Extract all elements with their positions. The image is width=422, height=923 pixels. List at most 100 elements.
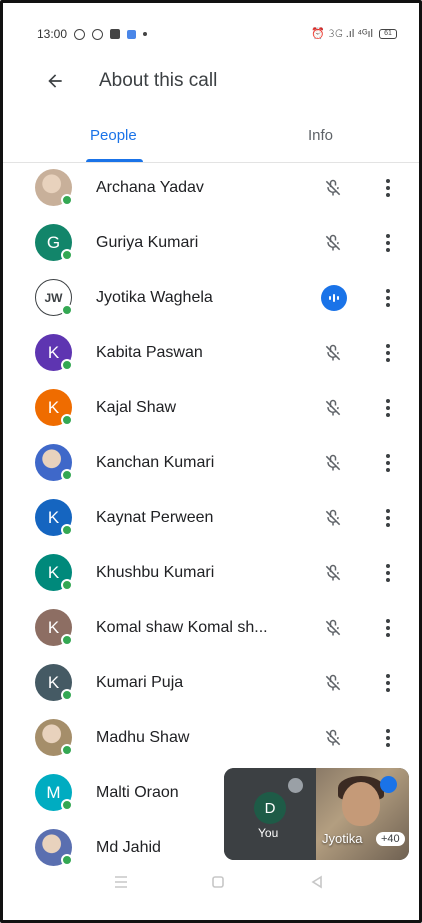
participant-row[interactable]: K Kabita Paswan (3, 325, 419, 380)
tab-info[interactable]: Info (308, 127, 333, 144)
mute-status-button[interactable] (321, 176, 345, 200)
mute-status-button[interactable] (321, 671, 345, 695)
more-options-button[interactable] (380, 506, 396, 530)
home-button[interactable] (207, 871, 229, 893)
dot (386, 570, 390, 575)
mic-off-icon (325, 509, 341, 525)
dot (386, 460, 390, 465)
mic-off-icon (288, 778, 303, 793)
participant-row[interactable]: K Khushbu Kumari (3, 545, 419, 600)
dot (386, 735, 390, 740)
participant-row[interactable]: Kanchan Kumari (3, 435, 419, 490)
participant-name: Guriya Kumari (96, 233, 199, 251)
presence-dot (61, 414, 73, 426)
more-notifications-icon (143, 32, 148, 36)
dot (386, 357, 390, 362)
menu-icon (115, 876, 127, 888)
dot (386, 563, 390, 568)
participant-row[interactable]: K Kaynat Perween (3, 490, 419, 545)
mute-status-button[interactable] (321, 341, 345, 365)
speaker-tile: Jyotika +40 (316, 768, 409, 860)
participant-name: Kabita Paswan (96, 343, 203, 361)
presence-dot (61, 359, 73, 371)
participant-row[interactable]: K Kajal Shaw (3, 380, 419, 435)
speaking-indicator (321, 284, 347, 311)
mic-off-icon (325, 454, 341, 470)
mic-off-icon (325, 564, 341, 580)
sync-icon (74, 28, 86, 40)
whatsapp-icon (92, 28, 104, 40)
mute-status-button[interactable] (321, 231, 345, 255)
participant-row[interactable]: JW Jyotika Waghela (3, 270, 419, 325)
presence-dot (61, 469, 73, 481)
more-options-button[interactable] (380, 616, 396, 640)
self-label: You (258, 826, 279, 840)
notification-icon (110, 29, 121, 39)
mute-status-button[interactable] (321, 506, 345, 530)
self-tile: D You (224, 768, 316, 860)
participant-row[interactable]: Archana Yadav (3, 160, 419, 215)
dot (386, 515, 390, 520)
presence-dot (61, 744, 73, 756)
dot (386, 192, 390, 197)
dot (386, 185, 390, 190)
clock: 13:00 (37, 27, 68, 41)
participant-row[interactable]: Madhu Shaw (3, 710, 419, 765)
mic-off-icon (325, 399, 341, 415)
mic-off-icon (325, 234, 341, 250)
mute-status-button[interactable] (321, 726, 345, 750)
more-options-button[interactable] (380, 671, 396, 695)
dot (386, 680, 390, 685)
participant-row[interactable]: K Kumari Puja (3, 655, 419, 710)
more-options-button[interactable] (380, 341, 396, 365)
back-triangle-icon (311, 875, 322, 889)
participant-name: Jyotika Waghela (96, 288, 213, 306)
more-options-button[interactable] (380, 561, 396, 585)
recents-button[interactable] (110, 871, 132, 893)
dot (386, 625, 390, 630)
participant-overflow-badge: +40 (376, 832, 405, 846)
dot (386, 405, 390, 410)
mic-off-icon (325, 674, 341, 690)
dot (386, 618, 390, 623)
more-options-button[interactable] (380, 286, 396, 310)
dot (386, 728, 390, 733)
system-back-button[interactable] (306, 871, 328, 893)
presence-dot (61, 799, 73, 811)
participant-name: Kajal Shaw (96, 398, 177, 416)
audio-wave-icon (329, 293, 339, 302)
participant-name: Madhu Shaw (96, 728, 190, 746)
mic-off-icon (325, 179, 341, 195)
app-notification-icon (127, 29, 137, 39)
mute-status-button[interactable] (321, 396, 345, 420)
presence-dot (61, 304, 73, 316)
participant-row[interactable]: G Guriya Kumari (3, 215, 419, 270)
more-options-button[interactable] (380, 451, 396, 475)
picture-in-picture[interactable]: D You Jyotika +40 (224, 768, 409, 860)
dot (386, 343, 390, 348)
presence-dot (61, 194, 73, 206)
participant-row[interactable]: K Komal shaw Komal sh... (3, 600, 419, 655)
dot (386, 673, 390, 678)
participant-name: Malti Oraon (96, 783, 179, 801)
signal-indicators: ⏰ 𝟹𝙶 .ıl ⁴ᴳıl (311, 28, 373, 40)
more-options-button[interactable] (380, 726, 396, 750)
more-options-button[interactable] (380, 396, 396, 420)
tab-people[interactable]: People (90, 127, 137, 144)
dot (386, 233, 390, 238)
battery-icon: 61 (379, 29, 397, 39)
participant-name: Kumari Puja (96, 673, 184, 691)
mute-status-button[interactable] (321, 451, 345, 475)
mic-off-icon (325, 619, 341, 635)
dot (386, 302, 390, 307)
dot (386, 178, 390, 183)
mute-status-button[interactable] (321, 616, 345, 640)
mute-status-button[interactable] (321, 561, 345, 585)
mic-off-icon (325, 729, 341, 745)
more-options-button[interactable] (380, 176, 396, 200)
back-button[interactable] (41, 67, 69, 95)
more-options-button[interactable] (380, 231, 396, 255)
dot (386, 398, 390, 403)
speaker-name: Jyotika (322, 831, 363, 846)
presence-dot (61, 524, 73, 536)
